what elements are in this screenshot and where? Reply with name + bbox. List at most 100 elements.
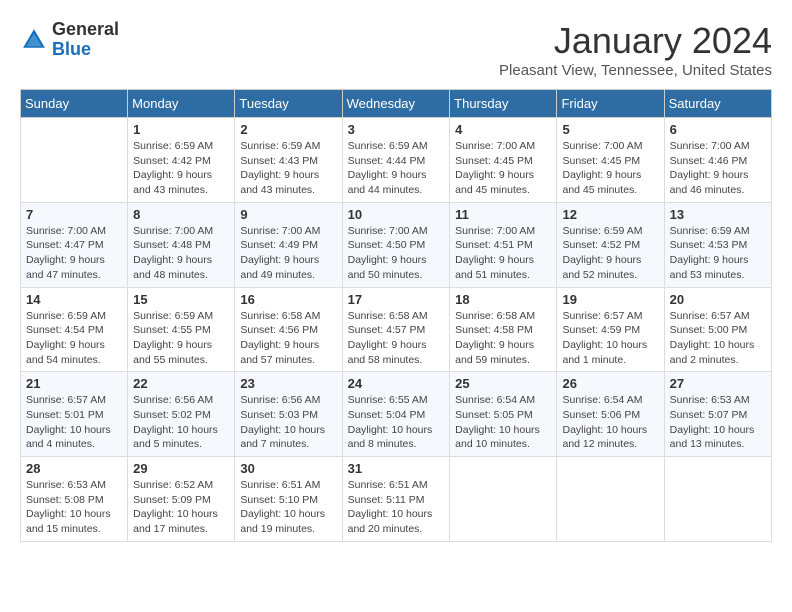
day-number: 12 [562, 207, 658, 222]
day-info: Sunrise: 6:58 AMSunset: 4:57 PMDaylight:… [348, 309, 445, 368]
week-row-2: 7Sunrise: 7:00 AMSunset: 4:47 PMDaylight… [21, 202, 772, 287]
day-info: Sunrise: 6:57 AMSunset: 5:00 PMDaylight:… [670, 309, 766, 368]
day-number: 14 [26, 292, 122, 307]
day-number: 7 [26, 207, 122, 222]
day-number: 11 [455, 207, 551, 222]
day-number: 10 [348, 207, 445, 222]
calendar-cell: 10 Sunrise: 7:00 AMSunset: 4:50 PMDayligh… [342, 202, 450, 287]
calendar-cell: 11 Sunrise: 7:00 AMSunset: 4:51 PMDayligh… [450, 202, 557, 287]
day-number: 6 [670, 122, 766, 137]
month-title: January 2024 [499, 20, 772, 62]
calendar-cell [450, 457, 557, 542]
calendar-cell: 5 Sunrise: 7:00 AMSunset: 4:45 PMDaylight… [557, 118, 664, 203]
day-number: 4 [455, 122, 551, 137]
day-number: 19 [562, 292, 658, 307]
day-number: 3 [348, 122, 445, 137]
day-info: Sunrise: 7:00 AMSunset: 4:50 PMDaylight:… [348, 224, 445, 283]
weekday-header-wednesday: Wednesday [342, 90, 450, 118]
day-info: Sunrise: 6:53 AMSunset: 5:07 PMDaylight:… [670, 393, 766, 452]
logo: General Blue [20, 20, 119, 60]
day-info: Sunrise: 6:55 AMSunset: 5:04 PMDaylight:… [348, 393, 445, 452]
day-number: 17 [348, 292, 445, 307]
day-number: 8 [133, 207, 229, 222]
calendar-cell: 12 Sunrise: 6:59 AMSunset: 4:52 PMDayligh… [557, 202, 664, 287]
day-info: Sunrise: 7:00 AMSunset: 4:46 PMDaylight:… [670, 139, 766, 198]
week-row-3: 14Sunrise: 6:59 AMSunset: 4:54 PMDayligh… [21, 287, 772, 372]
day-number: 31 [348, 461, 445, 476]
weekday-header-thursday: Thursday [450, 90, 557, 118]
day-info: Sunrise: 6:59 AMSunset: 4:55 PMDaylight:… [133, 309, 229, 368]
day-info: Sunrise: 6:52 AMSunset: 5:09 PMDaylight:… [133, 478, 229, 537]
calendar-cell: 17 Sunrise: 6:58 AMSunset: 4:57 PMDayligh… [342, 287, 450, 372]
day-number: 16 [240, 292, 336, 307]
day-info: Sunrise: 7:00 AMSunset: 4:45 PMDaylight:… [455, 139, 551, 198]
day-info: Sunrise: 6:59 AMSunset: 4:52 PMDaylight:… [562, 224, 658, 283]
day-info: Sunrise: 6:59 AMSunset: 4:53 PMDaylight:… [670, 224, 766, 283]
day-info: Sunrise: 6:57 AMSunset: 4:59 PMDaylight:… [562, 309, 658, 368]
day-number: 13 [670, 207, 766, 222]
week-row-1: 1Sunrise: 6:59 AMSunset: 4:42 PMDaylight… [21, 118, 772, 203]
location: Pleasant View, Tennessee, United States [499, 62, 772, 79]
day-number: 5 [562, 122, 658, 137]
day-info: Sunrise: 6:51 AMSunset: 5:11 PMDaylight:… [348, 478, 445, 537]
day-info: Sunrise: 7:00 AMSunset: 4:45 PMDaylight:… [562, 139, 658, 198]
calendar: SundayMondayTuesdayWednesdayThursdayFrid… [20, 89, 772, 542]
calendar-cell: 16 Sunrise: 6:58 AMSunset: 4:56 PMDayligh… [235, 287, 342, 372]
day-info: Sunrise: 7:00 AMSunset: 4:51 PMDaylight:… [455, 224, 551, 283]
day-info: Sunrise: 6:58 AMSunset: 4:58 PMDaylight:… [455, 309, 551, 368]
calendar-cell: 31 Sunrise: 6:51 AMSunset: 5:11 PMDayligh… [342, 457, 450, 542]
logo-text: General Blue [52, 20, 119, 60]
day-number: 29 [133, 461, 229, 476]
weekday-header-monday: Monday [128, 90, 235, 118]
week-row-4: 21Sunrise: 6:57 AMSunset: 5:01 PMDayligh… [21, 372, 772, 457]
calendar-cell: 22 Sunrise: 6:56 AMSunset: 5:02 PMDayligh… [128, 372, 235, 457]
day-info: Sunrise: 6:58 AMSunset: 4:56 PMDaylight:… [240, 309, 336, 368]
calendar-cell [664, 457, 771, 542]
day-info: Sunrise: 6:59 AMSunset: 4:42 PMDaylight:… [133, 139, 229, 198]
calendar-cell: 24 Sunrise: 6:55 AMSunset: 5:04 PMDayligh… [342, 372, 450, 457]
calendar-cell: 25 Sunrise: 6:54 AMSunset: 5:05 PMDayligh… [450, 372, 557, 457]
day-info: Sunrise: 6:59 AMSunset: 4:44 PMDaylight:… [348, 139, 445, 198]
calendar-cell: 1Sunrise: 6:59 AMSunset: 4:42 PMDaylight… [128, 118, 235, 203]
day-number: 9 [240, 207, 336, 222]
calendar-cell: 15Sunrise: 6:59 AMSunset: 4:55 PMDayligh… [128, 287, 235, 372]
day-number: 26 [562, 376, 658, 391]
calendar-cell: 27 Sunrise: 6:53 AMSunset: 5:07 PMDayligh… [664, 372, 771, 457]
calendar-cell: 26Sunrise: 6:54 AMSunset: 5:06 PMDayligh… [557, 372, 664, 457]
day-number: 18 [455, 292, 551, 307]
title-area: January 2024 Pleasant View, Tennessee, U… [499, 20, 772, 79]
day-info: Sunrise: 6:56 AMSunset: 5:02 PMDaylight:… [133, 393, 229, 452]
day-number: 20 [670, 292, 766, 307]
day-info: Sunrise: 6:59 AMSunset: 4:43 PMDaylight:… [240, 139, 336, 198]
calendar-cell: 30Sunrise: 6:51 AMSunset: 5:10 PMDayligh… [235, 457, 342, 542]
calendar-cell: 4 Sunrise: 7:00 AMSunset: 4:45 PMDaylight… [450, 118, 557, 203]
calendar-cell: 28Sunrise: 6:53 AMSunset: 5:08 PMDayligh… [21, 457, 128, 542]
calendar-cell: 18 Sunrise: 6:58 AMSunset: 4:58 PMDayligh… [450, 287, 557, 372]
weekday-header-saturday: Saturday [664, 90, 771, 118]
calendar-cell: 7Sunrise: 7:00 AMSunset: 4:47 PMDaylight… [21, 202, 128, 287]
day-number: 27 [670, 376, 766, 391]
day-number: 22 [133, 376, 229, 391]
calendar-cell: 21Sunrise: 6:57 AMSunset: 5:01 PMDayligh… [21, 372, 128, 457]
day-number: 25 [455, 376, 551, 391]
calendar-cell: 8 Sunrise: 7:00 AMSunset: 4:48 PMDaylight… [128, 202, 235, 287]
calendar-cell [557, 457, 664, 542]
calendar-cell: 14Sunrise: 6:59 AMSunset: 4:54 PMDayligh… [21, 287, 128, 372]
day-info: Sunrise: 6:54 AMSunset: 5:05 PMDaylight:… [455, 393, 551, 452]
week-row-5: 28Sunrise: 6:53 AMSunset: 5:08 PMDayligh… [21, 457, 772, 542]
calendar-cell: 29 Sunrise: 6:52 AMSunset: 5:09 PMDayligh… [128, 457, 235, 542]
weekday-header-tuesday: Tuesday [235, 90, 342, 118]
calendar-cell: 2Sunrise: 6:59 AMSunset: 4:43 PMDaylight… [235, 118, 342, 203]
day-number: 28 [26, 461, 122, 476]
calendar-cell [21, 118, 128, 203]
logo-icon [20, 26, 48, 54]
weekday-header-sunday: Sunday [21, 90, 128, 118]
day-info: Sunrise: 6:51 AMSunset: 5:10 PMDaylight:… [240, 478, 336, 537]
day-number: 24 [348, 376, 445, 391]
day-info: Sunrise: 7:00 AMSunset: 4:48 PMDaylight:… [133, 224, 229, 283]
calendar-cell: 13 Sunrise: 6:59 AMSunset: 4:53 PMDayligh… [664, 202, 771, 287]
calendar-cell: 3 Sunrise: 6:59 AMSunset: 4:44 PMDaylight… [342, 118, 450, 203]
calendar-cell: 6 Sunrise: 7:00 AMSunset: 4:46 PMDaylight… [664, 118, 771, 203]
day-info: Sunrise: 7:00 AMSunset: 4:49 PMDaylight:… [240, 224, 336, 283]
day-info: Sunrise: 6:57 AMSunset: 5:01 PMDaylight:… [26, 393, 122, 452]
